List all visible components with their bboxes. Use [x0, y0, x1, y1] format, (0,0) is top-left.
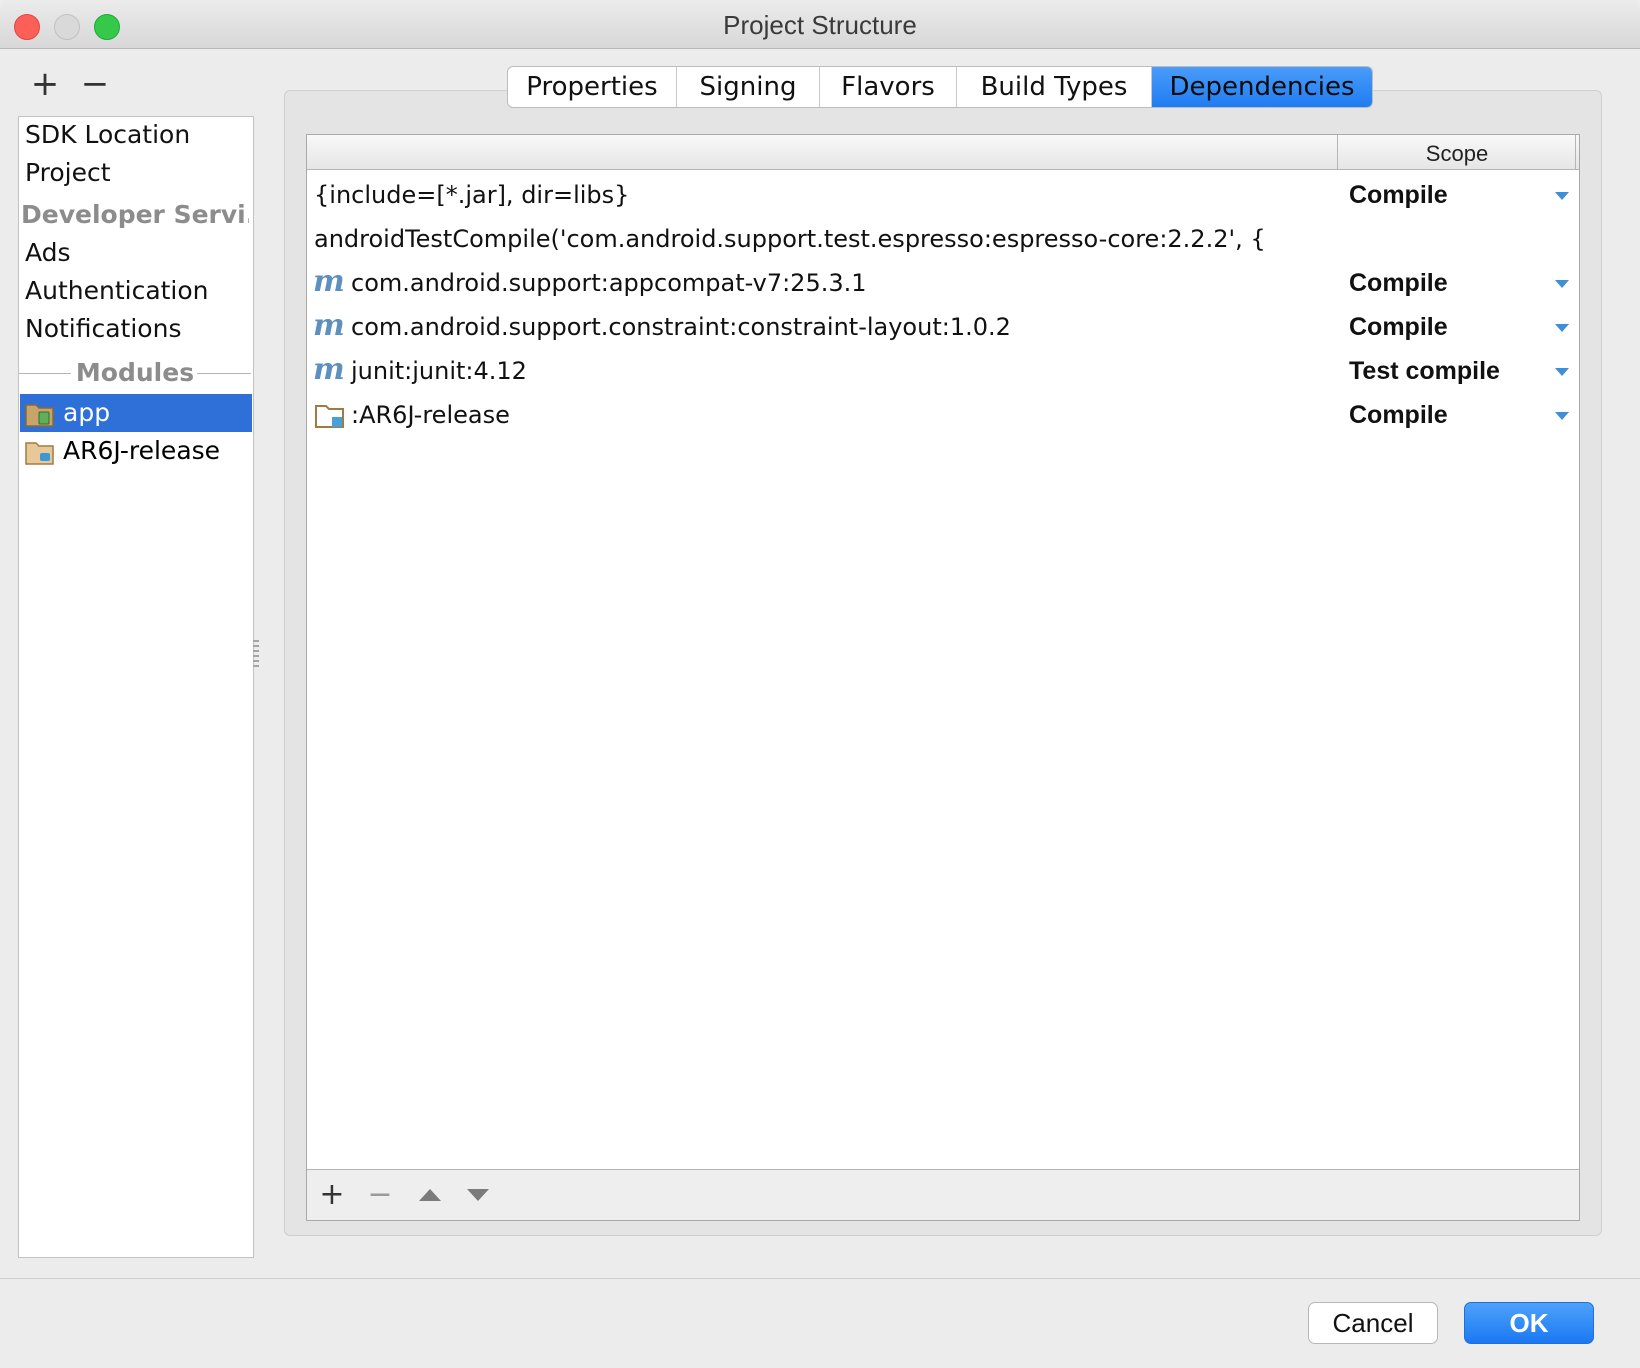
arrow-up-icon — [419, 1189, 441, 1201]
dependency-name: com.android.support.constraint:constrain… — [351, 313, 1011, 341]
sidebar: SDK Location Project Developer Servi... … — [18, 116, 254, 1258]
tab-flavors[interactable]: Flavors — [820, 67, 957, 107]
chevron-down-icon[interactable] — [1555, 192, 1569, 200]
title-bar: Project Structure — [0, 0, 1640, 49]
tab-bar: Properties Signing Flavors Build Types D… — [507, 66, 1373, 108]
scope-dropdown[interactable]: Compile — [1349, 305, 1448, 349]
dependencies-table: Scope {include=[*.jar], dir=libs} Compil… — [306, 134, 1580, 1221]
sidebar-item-notifications[interactable]: Notifications — [25, 311, 181, 347]
tab-build-types[interactable]: Build Types — [957, 67, 1152, 107]
add-module-button[interactable]: + — [27, 66, 63, 102]
chevron-down-icon[interactable] — [1555, 412, 1569, 420]
chevron-down-icon[interactable] — [1555, 324, 1569, 332]
sidebar-item-authentication[interactable]: Authentication — [25, 273, 209, 309]
maven-library-icon: m — [313, 308, 345, 343]
move-down-button[interactable] — [461, 1178, 495, 1212]
maven-library-icon: m — [313, 352, 345, 387]
dependency-name: junit:junit:4.12 — [351, 357, 527, 385]
table-row[interactable]: m com.android.support.constraint:constra… — [307, 305, 1579, 349]
android-module-icon — [25, 400, 55, 427]
scope-dropdown[interactable]: Compile — [1349, 393, 1448, 437]
tab-dependencies[interactable]: Dependencies — [1152, 67, 1372, 107]
dependency-name: com.android.support:appcompat-v7:25.3.1 — [351, 269, 867, 297]
dependency-name: {include=[*.jar], dir=libs} — [314, 181, 630, 209]
table-row[interactable]: m junit:junit:4.12 Test compile — [307, 349, 1579, 393]
library-module-icon — [25, 438, 55, 465]
splitter-handle[interactable] — [253, 640, 259, 670]
table-header: Scope — [307, 135, 1579, 170]
table-row[interactable]: m com.android.support:appcompat-v7:25.3.… — [307, 261, 1579, 305]
maven-library-icon: m — [313, 264, 345, 299]
move-up-button[interactable] — [413, 1178, 447, 1212]
scope-dropdown[interactable]: Compile — [1349, 173, 1448, 217]
modules-separator: Modules — [19, 355, 251, 391]
table-row[interactable]: :AR6J-release Compile — [307, 393, 1579, 437]
module-label: app — [63, 398, 111, 427]
tab-properties[interactable]: Properties — [508, 67, 677, 107]
arrow-down-icon — [467, 1189, 489, 1201]
sidebar-item-ads[interactable]: Ads — [25, 235, 71, 271]
developer-services-header: Developer Servi... — [21, 200, 249, 229]
table-row[interactable]: {include=[*.jar], dir=libs} Compile — [307, 173, 1579, 217]
dependency-name: androidTestCompile('com.android.support.… — [314, 225, 1266, 253]
cancel-button[interactable]: Cancel — [1308, 1302, 1438, 1344]
ok-button[interactable]: OK — [1464, 1302, 1594, 1344]
project-structure-dialog: Project Structure + − SDK Location Proje… — [0, 0, 1640, 1368]
chevron-down-icon[interactable] — [1555, 368, 1569, 376]
table-row[interactable]: androidTestCompile('com.android.support.… — [307, 217, 1579, 261]
footer-divider — [0, 1278, 1640, 1279]
scope-column-header[interactable]: Scope — [1338, 135, 1576, 169]
scope-dropdown[interactable]: Compile — [1349, 261, 1448, 305]
remove-dependency-button[interactable]: − — [363, 1178, 397, 1212]
module-label: AR6J-release — [63, 436, 221, 465]
chevron-down-icon[interactable] — [1555, 280, 1569, 288]
add-dependency-button[interactable]: + — [315, 1178, 349, 1212]
modules-header: Modules — [75, 358, 195, 387]
tab-signing[interactable]: Signing — [677, 67, 820, 107]
sidebar-item-sdk-location[interactable]: SDK Location — [25, 117, 190, 153]
remove-module-button[interactable]: − — [77, 66, 113, 102]
table-toolbar: + − — [307, 1169, 1579, 1220]
scope-dropdown[interactable]: Test compile — [1349, 349, 1500, 393]
module-folder-icon — [315, 403, 345, 429]
window-title: Project Structure — [723, 10, 917, 40]
dependency-name: :AR6J-release — [351, 401, 510, 429]
sidebar-item-project[interactable]: Project — [25, 155, 111, 191]
